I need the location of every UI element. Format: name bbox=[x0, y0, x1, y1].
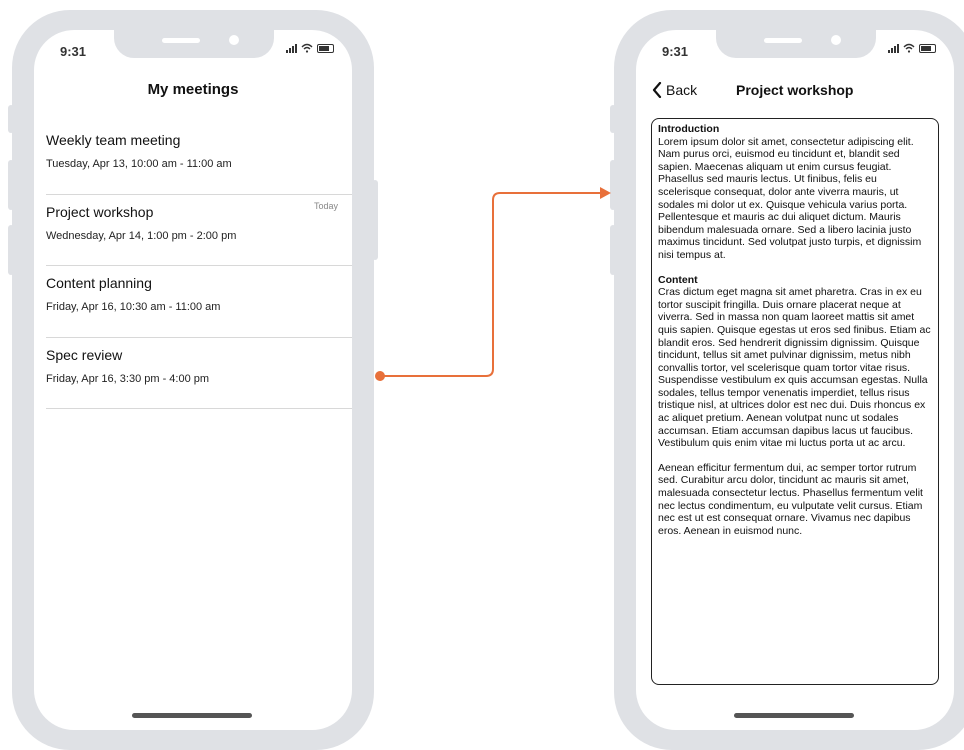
meeting-time: Friday, Apr 16, 10:30 am - 11:00 am bbox=[46, 301, 221, 313]
speaker bbox=[764, 38, 802, 43]
status-icons bbox=[286, 43, 334, 53]
phone-frame-meetings: 9:31 My meetings Weekly team meeting Tue… bbox=[8, 10, 378, 750]
meeting-title: Content planning bbox=[46, 275, 152, 291]
phone-notch bbox=[114, 30, 274, 58]
phone-side-button bbox=[372, 180, 378, 260]
meeting-notes-panel[interactable]: Introduction Lorem ipsum dolor sit amet,… bbox=[651, 118, 939, 685]
meeting-title: Project workshop bbox=[46, 203, 154, 220]
speaker bbox=[162, 38, 200, 43]
home-indicator[interactable] bbox=[132, 713, 252, 718]
section-body: Cras dictum eget magna sit amet pharetra… bbox=[658, 286, 931, 450]
back-label: Back bbox=[666, 82, 698, 98]
phone-side-button bbox=[610, 160, 616, 210]
flow-arrow-line bbox=[380, 192, 602, 377]
phone-notch bbox=[716, 30, 876, 58]
phone-side-button bbox=[8, 160, 14, 210]
meetings-screen: 9:31 My meetings Weekly team meeting Tue… bbox=[34, 30, 352, 730]
camera bbox=[229, 35, 239, 45]
meeting-time: Tuesday, Apr 13, 10:00 am - 11:00 am bbox=[46, 158, 232, 170]
home-indicator[interactable] bbox=[734, 713, 854, 718]
wifi-icon bbox=[903, 43, 915, 53]
meeting-item[interactable]: Spec review Friday, Apr 16, 3:30 pm - 4:… bbox=[46, 338, 352, 409]
meeting-item[interactable]: Content planning Friday, Apr 16, 10:30 a… bbox=[46, 266, 352, 338]
phone-frame-detail: 9:31 Back Project workshop Introduction … bbox=[610, 10, 964, 750]
status-icons bbox=[888, 43, 936, 53]
section-heading: Introduction bbox=[658, 123, 720, 135]
wifi-icon bbox=[301, 43, 313, 53]
battery-icon bbox=[317, 43, 334, 53]
phone-side-button bbox=[610, 225, 616, 275]
section-body: Lorem ipsum dolor sit amet, consectetur … bbox=[658, 135, 922, 261]
battery-icon bbox=[919, 43, 936, 53]
status-time: 9:31 bbox=[662, 44, 689, 59]
flow-arrow-start-dot bbox=[375, 371, 385, 381]
camera bbox=[831, 35, 841, 45]
meeting-title: Spec review bbox=[46, 346, 123, 363]
meeting-item[interactable]: Weekly team meeting Tuesday, Apr 13, 10:… bbox=[46, 123, 352, 195]
back-button[interactable]: Back bbox=[652, 82, 697, 98]
status-time: 9:31 bbox=[60, 44, 87, 59]
meeting-item[interactable]: Project workshop Wednesday, Apr 14, 1:00… bbox=[46, 195, 352, 266]
meeting-title: Weekly team meeting bbox=[46, 132, 181, 148]
meeting-badge: Today bbox=[313, 200, 338, 211]
signal-icon bbox=[286, 43, 297, 53]
phone-side-button bbox=[8, 105, 14, 133]
chevron-left-icon bbox=[652, 82, 662, 98]
detail-screen: 9:31 Back Project workshop Introduction … bbox=[636, 30, 954, 730]
meeting-time: Friday, Apr 16, 3:30 pm - 4:00 pm bbox=[46, 372, 210, 385]
meeting-list: Weekly team meeting Tuesday, Apr 13, 10:… bbox=[46, 123, 352, 409]
phone-side-button bbox=[8, 225, 14, 275]
detail-title: Project workshop bbox=[736, 82, 854, 98]
section-body: Aenean efficitur fermentum dui, ac sempe… bbox=[658, 461, 923, 537]
page-title: My meetings bbox=[147, 81, 239, 98]
section-heading: Content bbox=[658, 273, 698, 286]
meeting-time: Wednesday, Apr 14, 1:00 pm - 2:00 pm bbox=[46, 229, 237, 242]
signal-icon bbox=[888, 43, 899, 53]
phone-side-button bbox=[610, 105, 616, 133]
